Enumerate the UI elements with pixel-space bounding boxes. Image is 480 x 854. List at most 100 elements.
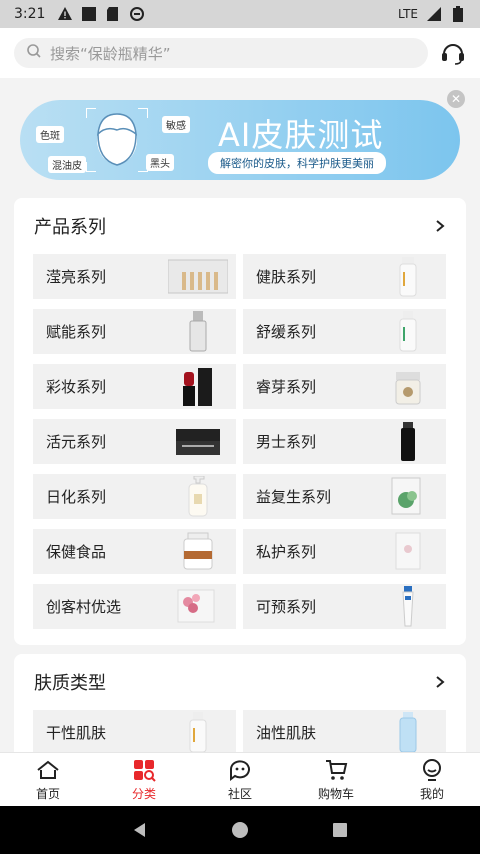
product-series-card: 产品系列 滢亮系列 健肤系列 赋能系列 舒缓系列 彩妆系列 睿芽系列 活元系列 … — [14, 198, 466, 645]
serum-bottle-image — [189, 311, 207, 352]
category-icon — [134, 759, 156, 782]
skin-type-tile[interactable]: 干性肌肤 — [33, 710, 236, 752]
skin-type-label: 干性肌肤 — [46, 724, 107, 742]
profile-icon — [423, 758, 441, 781]
chevron-right-icon[interactable] — [434, 676, 446, 688]
series-label: 日化系列 — [46, 488, 107, 506]
series-tile[interactable]: 彩妆系列 — [33, 364, 236, 409]
series-tile[interactable]: 日化系列 — [33, 474, 236, 519]
series-label: 彩妆系列 — [46, 378, 107, 396]
series-tile[interactable]: 私护系列 — [243, 529, 446, 574]
section-title: 产品系列 — [34, 217, 106, 238]
search-input[interactable]: 搜索“保龄瓶精华” — [14, 38, 428, 68]
bottom-tab-bar: 首页 分类 社区 购物车 我的 — [0, 752, 480, 806]
banner-close-icon[interactable]: ✕ — [447, 90, 465, 108]
series-tile[interactable]: 舒缓系列 — [243, 309, 446, 354]
warning-icon — [57, 6, 73, 22]
series-label: 私护系列 — [256, 543, 317, 561]
series-tile[interactable]: 保健食品 — [33, 529, 236, 574]
banner-tag: 混油皮 — [48, 156, 86, 173]
banner-tag: 色斑 — [36, 126, 64, 143]
banner-tag: 敏感 — [162, 116, 190, 133]
search-icon — [26, 43, 42, 63]
tube-image — [402, 586, 414, 627]
series-tile[interactable]: 男士系列 — [243, 419, 446, 464]
home-icon — [37, 760, 59, 779]
main-content[interactable]: 色斑 敏感 混油皮 黑头 AI皮肤测试 解密你的皮肤，科学护肤更美丽 ✕ 产品系… — [0, 78, 480, 752]
series-label: 舒缓系列 — [256, 323, 317, 341]
series-tile[interactable]: 益复生系列 — [243, 474, 446, 519]
tab-community[interactable]: 社区 — [192, 753, 288, 806]
tab-label: 购物车 — [317, 786, 354, 801]
flower-box-image — [177, 589, 215, 623]
pump-bottle-image — [188, 476, 208, 517]
bottle-image — [399, 311, 417, 352]
data-saver-icon — [129, 6, 145, 22]
series-label: 男士系列 — [256, 433, 317, 451]
ai-skin-test-banner[interactable]: 色斑 敏感 混油皮 黑头 AI皮肤测试 解密你的皮肤，科学护肤更美丽 — [20, 100, 460, 180]
men-bottle-image — [401, 422, 415, 461]
sd-card-icon — [105, 6, 121, 22]
signal-icon — [426, 6, 442, 22]
skin-type-label: 油性肌肤 — [256, 724, 317, 742]
product-series-grid: 滢亮系列 健肤系列 赋能系列 舒缓系列 彩妆系列 睿芽系列 活元系列 男士系列 … — [14, 254, 466, 645]
banner-subtitle: 解密你的皮肤，科学护肤更美丽 — [208, 152, 386, 174]
care-box-image — [395, 532, 421, 570]
skin-types-header[interactable]: 肤质类型 — [14, 654, 466, 710]
tab-home[interactable]: 首页 — [0, 753, 96, 806]
customer-service-icon[interactable] — [440, 40, 466, 66]
lipstick-image — [183, 368, 212, 406]
series-tile[interactable]: 可预系列 — [243, 584, 446, 629]
tab-profile[interactable]: 我的 — [384, 753, 480, 806]
ampoule-box-image — [168, 259, 228, 294]
bottle-image — [399, 257, 417, 297]
home-button-icon[interactable] — [231, 821, 249, 839]
series-label: 睿芽系列 — [256, 378, 317, 396]
series-tile[interactable]: 睿芽系列 — [243, 364, 446, 409]
series-tile[interactable]: 创客村优选 — [33, 584, 236, 629]
search-placeholder: 搜索“保龄瓶精华” — [50, 44, 171, 63]
tab-label: 我的 — [419, 786, 444, 801]
skin-type-tile[interactable]: 油性肌肤 — [243, 710, 446, 752]
tab-cart[interactable]: 购物车 — [288, 753, 384, 806]
tab-label: 社区 — [227, 786, 252, 801]
series-label: 活元系列 — [46, 433, 107, 451]
status-time: 3:21 — [14, 6, 46, 22]
skin-types-card: 肤质类型 干性肌肤 油性肌肤 — [14, 654, 466, 752]
series-tile[interactable]: 赋能系列 — [33, 309, 236, 354]
supplement-jar-image — [183, 532, 213, 570]
cart-icon — [326, 759, 348, 780]
cream-tin-image — [176, 429, 220, 455]
back-icon[interactable] — [131, 821, 149, 839]
network-type: LTE — [398, 7, 418, 21]
chevron-right-icon[interactable] — [434, 220, 446, 232]
system-nav-bar — [0, 806, 480, 854]
tab-category[interactable]: 分类 — [96, 753, 192, 806]
mask-box-image — [391, 477, 421, 515]
series-label: 保健食品 — [46, 543, 107, 561]
series-label: 赋能系列 — [46, 323, 107, 341]
community-icon — [230, 759, 250, 781]
tab-label: 分类 — [131, 786, 156, 801]
series-tile[interactable]: 活元系列 — [33, 419, 236, 464]
bottle-image — [399, 712, 417, 752]
face-illustration-icon — [86, 108, 148, 172]
battery-icon — [450, 6, 466, 22]
product-series-header[interactable]: 产品系列 — [14, 198, 466, 254]
banner-title: AI皮肤测试 — [218, 116, 384, 154]
tab-label: 首页 — [35, 786, 60, 801]
skin-types-grid: 干性肌肤 油性肌肤 — [14, 710, 466, 752]
series-label: 可预系列 — [256, 598, 317, 616]
status-bar: 3:21 LTE — [0, 0, 480, 28]
series-label: 健肤系列 — [256, 268, 317, 286]
series-label: 滢亮系列 — [46, 268, 107, 286]
recents-icon[interactable] — [331, 821, 349, 839]
banner-tag: 黑头 — [146, 154, 174, 171]
series-tile[interactable]: 健肤系列 — [243, 254, 446, 299]
section-title: 肤质类型 — [34, 673, 106, 694]
square-icon — [81, 6, 97, 22]
series-label: 创客村优选 — [46, 598, 122, 616]
series-label: 益复生系列 — [256, 488, 332, 506]
series-tile[interactable]: 滢亮系列 — [33, 254, 236, 299]
cream-jar-image — [395, 372, 421, 405]
